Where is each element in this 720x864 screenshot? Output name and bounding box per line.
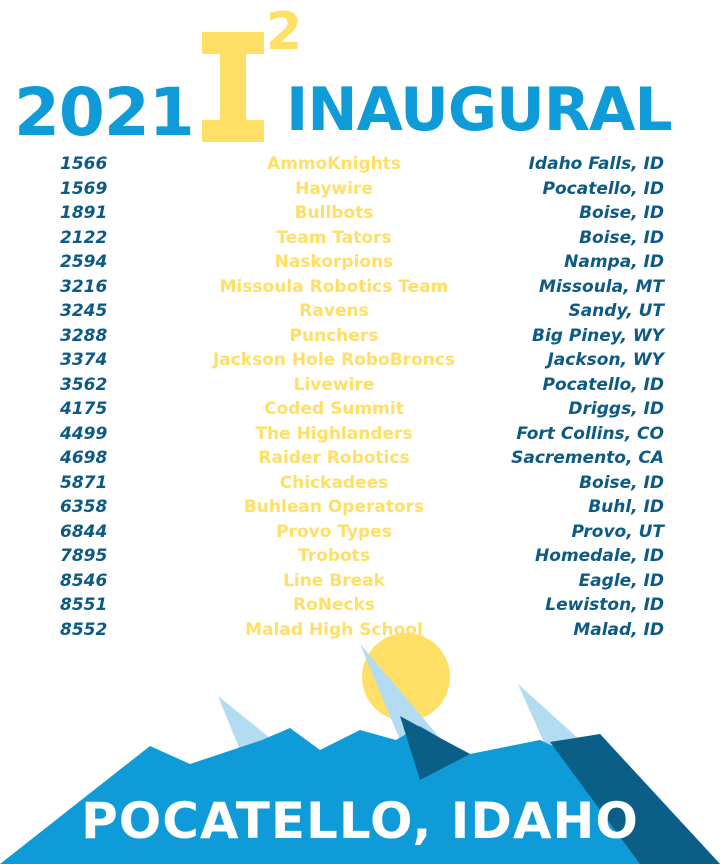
team-location: Boise, ID	[579, 203, 664, 223]
team-number: 2594	[60, 252, 108, 272]
team-number: 1569	[60, 178, 108, 199]
team-row: 3288 Punchers Big Piney, WY	[0, 324, 720, 348]
team-row: 7895 Trobots Homedale, ID	[0, 544, 720, 568]
inaugural-title: INAUGURAL	[286, 75, 673, 145]
team-location: Pocatello, ID	[542, 178, 665, 199]
team-name: Line Break	[283, 570, 385, 591]
footer-location: POCATELLO, IDAHO	[81, 792, 639, 850]
team-row: 2122 Team Tators Boise, ID	[0, 226, 720, 250]
team-location: Big Piney, WY	[532, 325, 664, 346]
team-location: Sandy, UT	[568, 301, 664, 321]
team-location: Idaho Falls, ID	[528, 154, 664, 174]
team-row: 1566 AmmoKnights Idaho Falls, ID	[0, 152, 720, 176]
team-location: Lewiston, ID	[545, 595, 664, 615]
team-row: 5871 Chickadees Boise, ID	[0, 471, 720, 495]
team-name: Trobots	[298, 546, 370, 566]
team-name: The Highlanders	[255, 423, 413, 444]
team-number: 3245	[60, 301, 108, 321]
team-name: Missoula Robotics Team	[219, 276, 449, 297]
team-row: 3216 Missoula Robotics Team Missoula, MT	[0, 275, 720, 299]
team-name: Livewire	[293, 374, 375, 395]
team-name: Haywire	[295, 178, 373, 199]
team-location: Provo, UT	[571, 521, 664, 542]
team-name: Buhlean Operators	[243, 497, 425, 517]
team-row: 1569 Haywire Pocatello, ID	[0, 177, 720, 201]
year-text: 2021	[14, 74, 195, 151]
team-location: Pocatello, ID	[542, 374, 665, 395]
team-number: 7895	[60, 546, 108, 566]
team-row: 1891 Bullbots Boise, ID	[0, 201, 720, 225]
team-row: 6358 Buhlean Operators Buhl, ID	[0, 495, 720, 519]
team-location: Missoula, MT	[539, 276, 664, 297]
team-row: 8546 Line Break Eagle, ID	[0, 569, 720, 593]
team-location: Homedale, ID	[535, 546, 664, 566]
team-location: Nampa, ID	[564, 252, 664, 272]
header: 2021 2 INAUGURAL	[0, 0, 720, 150]
team-number: 6844	[60, 521, 108, 542]
team-name: AmmoKnights	[267, 154, 401, 174]
team-row: 8551 RoNecks Lewiston, ID	[0, 593, 720, 617]
team-name: Jackson Hole RoboBroncs	[212, 350, 456, 370]
team-location: Boise, ID	[579, 227, 664, 248]
team-number: 3562	[60, 374, 108, 395]
team-row: 4499 The Highlanders Fort Collins, CO	[0, 422, 720, 446]
team-row: 2594 Naskorpions Nampa, ID	[0, 250, 720, 274]
team-name: RoNecks	[292, 595, 376, 615]
team-name: Ravens	[299, 301, 369, 321]
team-name: Naskorpions	[274, 252, 394, 272]
superscript-two: 2	[266, 2, 303, 62]
team-number: 3216	[60, 276, 108, 297]
team-row: 3562 Livewire Pocatello, ID	[0, 373, 720, 397]
team-number: 4499	[60, 423, 108, 444]
team-location: Boise, ID	[579, 472, 664, 493]
team-name: Coded Summit	[264, 399, 404, 419]
team-location: Fort Collins, CO	[516, 423, 664, 444]
team-number: 5871	[60, 472, 108, 493]
team-number: 1566	[60, 154, 108, 174]
team-name: Punchers	[289, 325, 379, 346]
team-row: 3245 Ravens Sandy, UT	[0, 299, 720, 323]
team-number: 3374	[60, 350, 108, 370]
team-number: 3288	[60, 325, 108, 346]
team-name: Raider Robotics	[258, 448, 410, 468]
team-number: 4698	[60, 448, 108, 468]
team-location: Eagle, ID	[578, 570, 664, 591]
team-name: Provo Types	[276, 521, 392, 542]
team-location: Driggs, ID	[568, 399, 664, 419]
team-row: 6844 Provo Types Provo, UT	[0, 520, 720, 544]
team-row: 4175 Coded Summit Driggs, ID	[0, 397, 720, 421]
team-location: Jackson, WY	[547, 350, 664, 370]
team-number: 4175	[60, 399, 108, 419]
team-name: Chickadees	[279, 472, 389, 493]
team-number: 1891	[60, 203, 108, 223]
team-location: Sacremento, CA	[511, 448, 664, 468]
team-row: 3374 Jackson Hole RoboBroncs Jackson, WY	[0, 348, 720, 372]
team-location: Buhl, ID	[588, 497, 664, 517]
team-number: 6358	[60, 497, 108, 517]
team-name: Bullbots	[294, 203, 374, 223]
team-number: 8546	[60, 570, 108, 591]
i-squared-logo	[202, 32, 264, 142]
team-name: Team Tators	[276, 227, 392, 248]
team-row: 4698 Raider Robotics Sacremento, CA	[0, 446, 720, 470]
team-number: 2122	[60, 227, 108, 248]
team-number: 8551	[60, 595, 108, 615]
